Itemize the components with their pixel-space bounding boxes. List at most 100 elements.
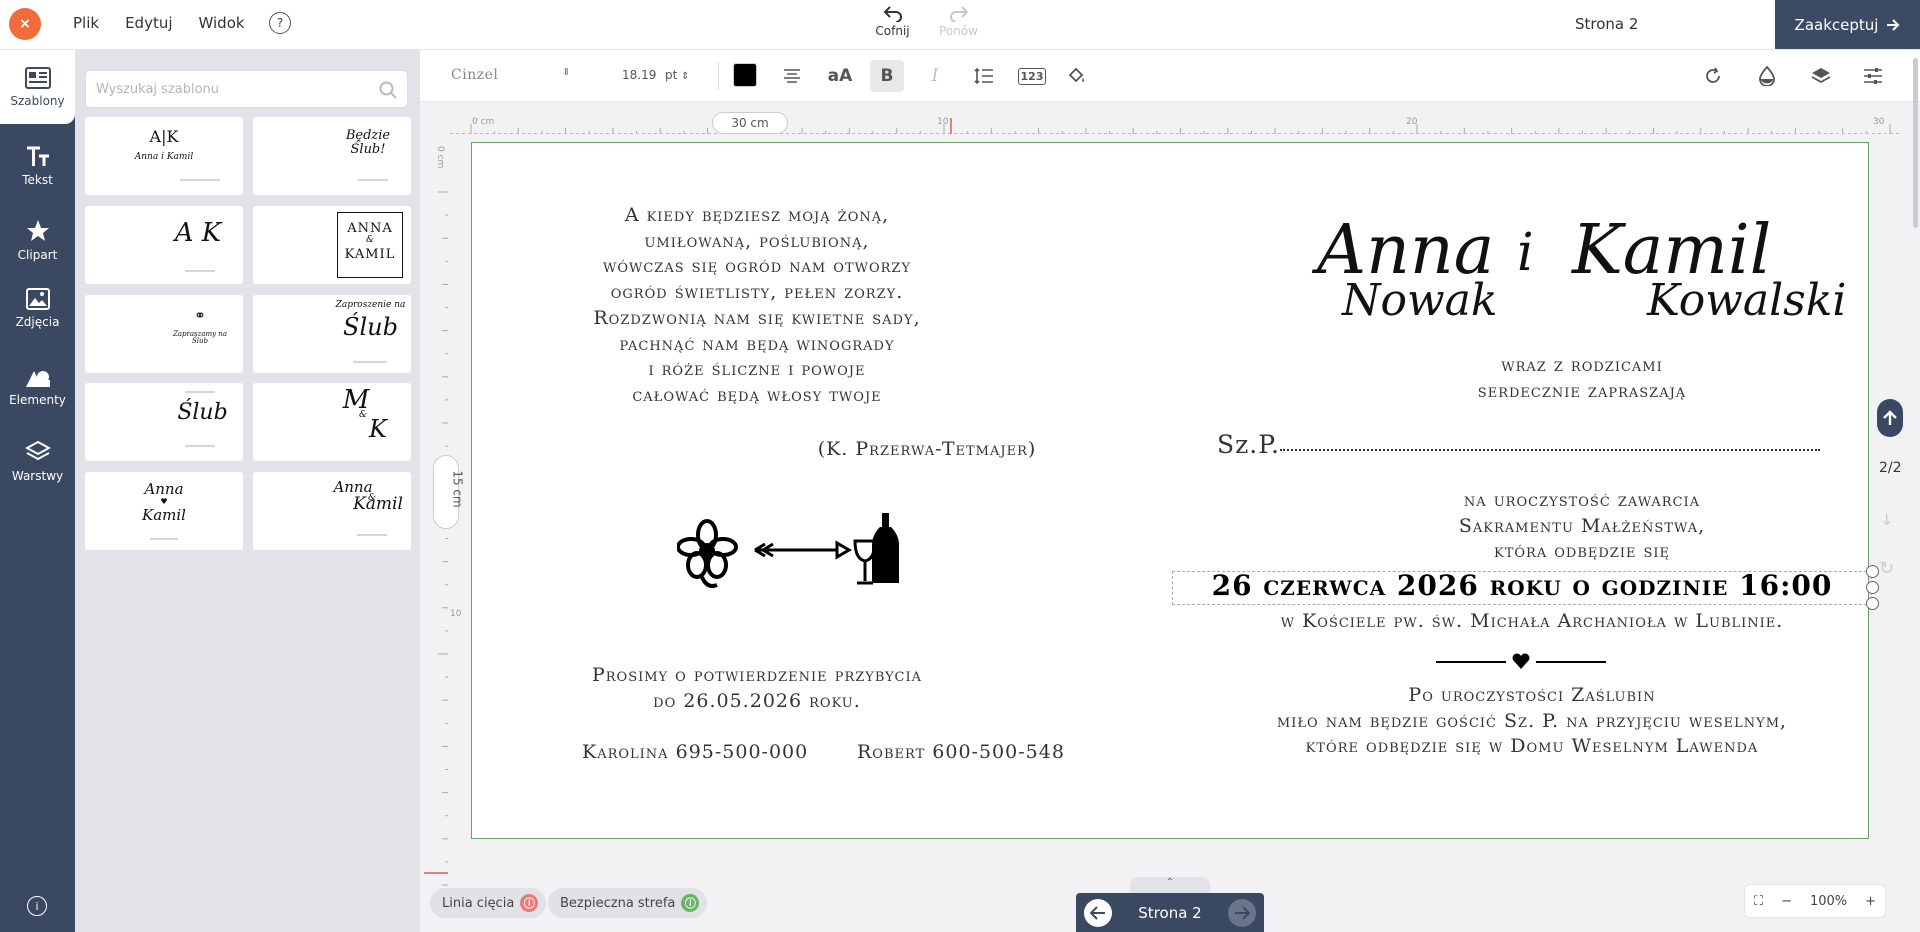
cut-line-info-icon[interactable]: ⓘ <box>520 894 539 912</box>
page-up-button[interactable] <box>1877 399 1903 437</box>
layers-icon <box>24 440 51 460</box>
nav-clipart[interactable]: Clipart <box>0 203 75 277</box>
italic-icon[interactable]: I <box>918 60 952 92</box>
undo-button[interactable]: Cofnij <box>870 6 915 38</box>
design-canvas[interactable]: A kiedy będziesz moją żoną, umiłowaną, p… <box>471 142 1879 839</box>
ruler-label: 0 cm <box>435 146 445 169</box>
template-detail <box>358 179 388 181</box>
ruler-label: 20 <box>1406 117 1418 127</box>
menu-edit[interactable]: Edytuj <box>125 14 172 32</box>
bold-icon[interactable]: B <box>870 60 904 92</box>
template-card[interactable]: Anna ♥ Kamil <box>85 472 243 550</box>
next-page-button[interactable] <box>1228 898 1256 927</box>
safe-zone-info-icon[interactable]: ⓘ <box>681 894 700 912</box>
contact-karolina[interactable]: Karolina 695-500-000 <box>582 741 812 763</box>
current-page-label: Strona 2 <box>1575 15 1639 33</box>
resize-handle[interactable] <box>1866 565 1879 578</box>
toolbar-divider <box>718 62 719 90</box>
church-text[interactable]: w Kościele pw. św. Michała Archanioła w … <box>1212 610 1852 632</box>
align-center-icon[interactable] <box>775 60 809 92</box>
info-icon[interactable]: i <box>27 896 47 916</box>
bride-last-name[interactable]: Nowak <box>1342 275 1498 326</box>
reception-text[interactable]: Po uroczystości Zaślubin miło nam będzie… <box>1212 683 1852 760</box>
vertical-scrollbar[interactable] <box>1913 58 1918 228</box>
expand-pages-tab[interactable]: ⌃ <box>1130 877 1210 893</box>
template-monogram-2: KAMIL <box>344 247 396 262</box>
nav-text[interactable]: Tekst <box>0 129 75 203</box>
zoom-in-button[interactable]: + <box>1865 894 1876 909</box>
page-counter: 2/2 <box>1879 460 1902 476</box>
redo-button[interactable]: Ponów <box>936 6 981 38</box>
arrange-layers-icon[interactable] <box>1804 60 1838 92</box>
resize-handle[interactable] <box>1866 581 1879 594</box>
template-card[interactable]: ⚭ Zapraszamy na Ślub <box>85 295 243 373</box>
poem-author[interactable]: (K. Przerwa-Tetmajer) <box>802 438 1052 460</box>
contact-robert[interactable]: Robert 600-500-548 <box>857 741 1077 763</box>
help-icon[interactable]: ? <box>269 12 291 34</box>
arrow-down-icon[interactable]: ↓ <box>1880 510 1893 529</box>
template-card[interactable]: A K <box>85 206 243 284</box>
accept-button[interactable]: Zaakceptuj <box>1775 0 1920 49</box>
nav-photos[interactable]: Zdjęcia <box>0 271 75 345</box>
wedding-date[interactable]: 26 czerwca 2026 roku o godzinie 16:00 <box>1172 569 1872 602</box>
resize-handle[interactable] <box>1866 597 1879 610</box>
safe-zone-toggle[interactable]: Bezpieczna strefa ⓘ <box>548 888 708 918</box>
groom-last-name[interactable]: Kowalski <box>1647 275 1846 326</box>
rotate-icon[interactable] <box>1696 60 1730 92</box>
names-connector[interactable]: i <box>1517 223 1534 283</box>
template-card[interactable]: Zaproszenie na Ślub <box>253 295 411 373</box>
heart-icon <box>1512 653 1530 669</box>
template-card[interactable]: Ślub <box>85 383 243 461</box>
cut-line-toggle[interactable]: Linia cięcia ⓘ <box>430 888 547 918</box>
guest-dotted-line <box>1280 449 1820 451</box>
template-card[interactable]: A|K Anna i Kamil <box>85 117 243 195</box>
font-size-unit[interactable]: pt ⇕ <box>665 68 690 82</box>
poem-text[interactable]: A kiedy będziesz moją żoną, umiłowaną, p… <box>567 203 947 409</box>
letter-spacing-icon[interactable]: 123 <box>1015 60 1049 92</box>
template-card[interactable]: ANNA & KAMIL <box>253 206 411 284</box>
guest-line[interactable]: Sz.P. <box>1217 430 1280 459</box>
menu-view[interactable]: Widok <box>199 14 245 32</box>
wedding-clipart[interactable] <box>677 513 917 593</box>
menu-file[interactable]: Plik <box>73 14 99 32</box>
select-arrows-icon: ⇕ <box>562 67 571 78</box>
canvas-width-badge: 30 cm <box>712 112 788 134</box>
previous-page-button[interactable] <box>1084 898 1112 927</box>
text-color-swatch[interactable] <box>733 63 757 87</box>
settings-sliders-icon[interactable] <box>1856 60 1890 92</box>
refresh-icon[interactable]: ↻ <box>1879 558 1894 579</box>
nav-layers[interactable]: Warstwy <box>0 424 75 498</box>
font-family-select[interactable]: Cinzel ⇕ <box>451 67 571 83</box>
parents-text[interactable]: wraz z rodzicami serdecznie zapraszają <box>1382 353 1782 404</box>
close-button[interactable]: × <box>9 8 41 40</box>
template-card[interactable]: M & K <box>253 383 411 461</box>
ceremony-line: na uroczystość zawarcia <box>1463 489 1701 511</box>
opacity-icon[interactable] <box>1750 60 1784 92</box>
rsvp-line: do 26.05.2026 roku. <box>653 689 861 712</box>
template-card[interactable]: Będzie Ślub! <box>253 117 411 195</box>
template-monogram: Będzie Ślub! <box>345 128 391 157</box>
template-card[interactable]: Anna & Kamil <box>253 472 411 550</box>
rsvp-text[interactable]: Prosimy o potwierdzenie przybycia do 26.… <box>567 663 947 714</box>
fit-screen-icon[interactable]: ⛶ <box>1754 894 1763 909</box>
ceremony-text[interactable]: na uroczystość zawarcia Sakramentu Małże… <box>1382 488 1782 565</box>
template-names: Anna i Kamil <box>134 152 194 162</box>
nav-elements[interactable]: Elementy <box>0 350 75 424</box>
template-text: Zaproszenie na <box>335 300 406 310</box>
poem-line: wówczas się ogród nam otworzy <box>602 255 912 278</box>
zoom-out-button[interactable]: − <box>1781 894 1792 909</box>
fill-bucket-icon[interactable] <box>1060 60 1094 92</box>
template-search-input[interactable] <box>86 71 366 107</box>
ruler-label: 30 <box>1873 117 1885 127</box>
template-monogram: A K <box>174 218 222 248</box>
search-icon[interactable] <box>379 81 397 99</box>
font-size-input[interactable]: 18.19 <box>622 68 656 82</box>
flower-icon <box>677 519 738 588</box>
line-height-icon[interactable] <box>967 60 1001 92</box>
undo-icon <box>883 6 902 22</box>
text-toolbar: Cinzel ⇕ 18.19 pt ⇕ aA B I 123 <box>420 50 1920 102</box>
text-case-icon[interactable]: aA <box>823 60 857 92</box>
nav-templates[interactable]: Szablony <box>0 50 75 124</box>
canvas-height-value: 15 cm <box>450 470 465 508</box>
template-detail <box>357 534 387 536</box>
